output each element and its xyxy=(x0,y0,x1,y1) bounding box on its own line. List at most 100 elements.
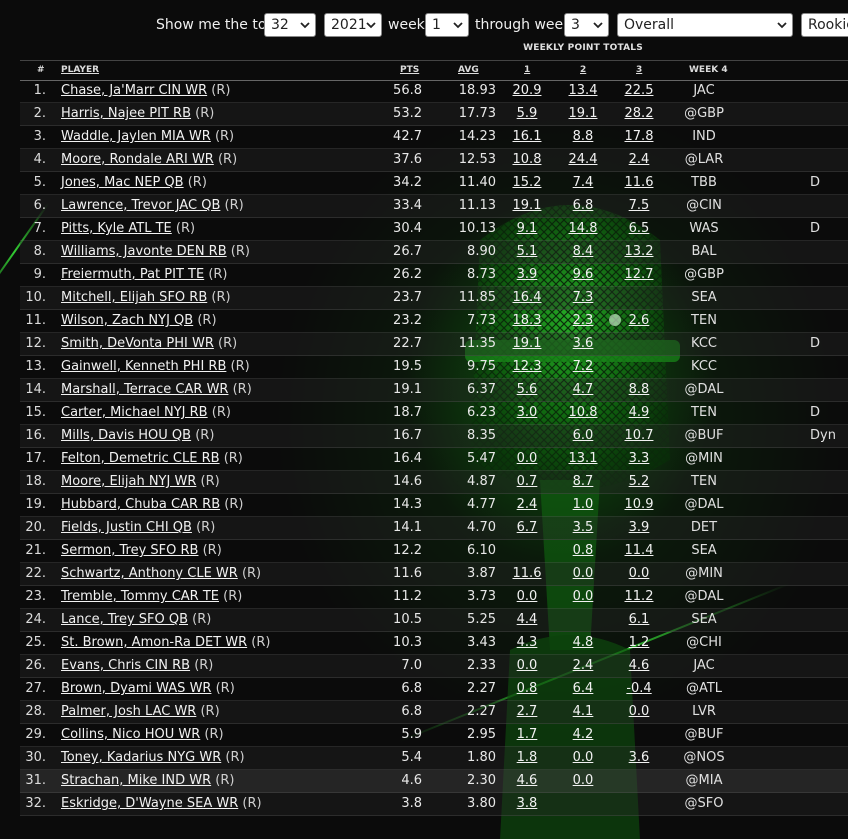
week-1-points-link[interactable]: 6.7 xyxy=(517,520,538,535)
week-2-points-link[interactable]: 1.0 xyxy=(573,497,594,512)
week-2-points-link[interactable]: 0.0 xyxy=(573,773,594,788)
player-link[interactable]: Pitts, Kyle ATL TE xyxy=(61,221,172,236)
header-avg[interactable]: AVG xyxy=(458,65,479,75)
week-1-points-link[interactable]: 19.1 xyxy=(513,336,542,351)
header-week-1[interactable]: 1 xyxy=(524,65,530,75)
week-1-points-link[interactable]: 4.6 xyxy=(517,773,538,788)
header-week-3[interactable]: 3 xyxy=(636,65,642,75)
week-3-points-link[interactable]: 3.9 xyxy=(629,520,650,535)
week-from-select[interactable]: 1 xyxy=(425,13,469,37)
player-link[interactable]: Mitchell, Elijah SFO RB xyxy=(61,290,207,305)
week-3-points-link[interactable]: 3.6 xyxy=(629,750,650,765)
week-1-points-link[interactable]: 1.8 xyxy=(517,750,538,765)
week-1-points-link[interactable]: 2.4 xyxy=(517,497,538,512)
week-3-points-link[interactable]: 6.1 xyxy=(629,612,650,627)
player-link[interactable]: Collins, Nico HOU WR xyxy=(61,727,200,742)
player-link[interactable]: Sermon, Trey SFO RB xyxy=(61,543,198,558)
week-3-points-link[interactable]: 2.6 xyxy=(629,313,650,328)
week-2-points-link[interactable]: 4.7 xyxy=(573,382,594,397)
player-link[interactable]: Williams, Javonte DEN RB xyxy=(61,244,227,259)
player-link[interactable]: Eskridge, D'Wayne SEA WR xyxy=(61,796,238,811)
top-count-select[interactable]: 32 xyxy=(264,13,316,37)
week-1-points-link[interactable]: 0.0 xyxy=(517,589,538,604)
week-1-points-link[interactable]: 1.7 xyxy=(517,727,538,742)
player-link[interactable]: St. Brown, Amon-Ra DET WR xyxy=(61,635,247,650)
week-1-points-link[interactable]: 18.3 xyxy=(513,313,542,328)
week-1-points-link[interactable]: 10.8 xyxy=(513,152,542,167)
week-3-points-link[interactable]: 10.9 xyxy=(625,497,654,512)
week-2-points-link[interactable]: 7.2 xyxy=(573,359,594,374)
player-link[interactable]: Chase, Ja'Marr CIN WR xyxy=(61,83,207,98)
week-3-points-link[interactable]: 12.7 xyxy=(625,267,654,282)
player-link[interactable]: Brown, Dyami WAS WR xyxy=(61,681,211,696)
week-3-points-link[interactable]: 1.2 xyxy=(629,635,650,650)
week-3-points-link[interactable]: 4.6 xyxy=(629,658,650,673)
week-1-points-link[interactable]: 5.1 xyxy=(517,244,538,259)
player-link[interactable]: Lance, Trey SFO QB xyxy=(61,612,188,627)
week-2-points-link[interactable]: 2.4 xyxy=(573,658,594,673)
category-select[interactable]: Overall xyxy=(617,13,793,37)
week-1-points-link[interactable]: 3.9 xyxy=(517,267,538,282)
week-3-points-link[interactable]: -0.4 xyxy=(626,681,651,696)
week-2-points-link[interactable]: 2.3 xyxy=(573,313,594,328)
week-1-points-link[interactable]: 11.6 xyxy=(513,566,542,581)
week-3-points-link[interactable]: 0.0 xyxy=(629,704,650,719)
week-2-points-link[interactable]: 7.4 xyxy=(573,175,594,190)
week-3-points-link[interactable]: 10.7 xyxy=(625,428,654,443)
week-2-points-link[interactable]: 10.8 xyxy=(569,405,598,420)
header-player[interactable]: PLAYER xyxy=(61,65,99,75)
week-2-points-link[interactable]: 14.8 xyxy=(569,221,598,236)
week-3-points-link[interactable]: 6.5 xyxy=(629,221,650,236)
week-to-select[interactable]: 3 xyxy=(564,13,609,37)
header-week-2[interactable]: 2 xyxy=(580,65,586,75)
rookie-select[interactable]: Rookie xyxy=(801,13,848,37)
player-link[interactable]: Tremble, Tommy CAR TE xyxy=(61,589,219,604)
player-link[interactable]: Schwartz, Anthony CLE WR xyxy=(61,566,238,581)
week-3-points-link[interactable]: 17.8 xyxy=(625,129,654,144)
week-1-points-link[interactable]: 0.0 xyxy=(517,658,538,673)
header-pts[interactable]: PTS xyxy=(400,65,419,75)
player-link[interactable]: Felton, Demetric CLE RB xyxy=(61,451,220,466)
week-3-points-link[interactable]: 4.9 xyxy=(629,405,650,420)
player-link[interactable]: Harris, Najee PIT RB xyxy=(61,106,191,121)
player-link[interactable]: Moore, Elijah NYJ WR xyxy=(61,474,196,489)
week-1-points-link[interactable]: 16.1 xyxy=(513,129,542,144)
week-3-points-link[interactable]: 7.5 xyxy=(629,198,650,213)
week-2-points-link[interactable]: 3.6 xyxy=(573,336,594,351)
player-link[interactable]: Lawrence, Trevor JAC QB xyxy=(61,198,220,213)
week-2-points-link[interactable]: 0.8 xyxy=(573,543,594,558)
week-2-points-link[interactable]: 13.4 xyxy=(569,83,598,98)
week-2-points-link[interactable]: 7.3 xyxy=(573,290,594,305)
week-2-points-link[interactable]: 3.5 xyxy=(573,520,594,535)
week-2-points-link[interactable]: 8.4 xyxy=(573,244,594,259)
week-2-points-link[interactable]: 0.0 xyxy=(573,566,594,581)
player-link[interactable]: Hubbard, Chuba CAR RB xyxy=(61,497,220,512)
week-1-points-link[interactable]: 0.8 xyxy=(517,681,538,696)
week-2-points-link[interactable]: 8.7 xyxy=(573,474,594,489)
week-3-points-link[interactable]: 3.3 xyxy=(629,451,650,466)
week-2-points-link[interactable]: 4.2 xyxy=(573,727,594,742)
week-2-points-link[interactable]: 6.8 xyxy=(573,198,594,213)
season-select[interactable]: 2021 xyxy=(324,13,382,37)
player-link[interactable]: Mills, Davis HOU QB xyxy=(61,428,191,443)
week-2-points-link[interactable]: 13.1 xyxy=(569,451,598,466)
player-link[interactable]: Jones, Mac NEP QB xyxy=(61,175,184,190)
week-1-points-link[interactable]: 2.7 xyxy=(517,704,538,719)
week-1-points-link[interactable]: 3.8 xyxy=(517,796,538,811)
week-3-points-link[interactable]: 8.8 xyxy=(629,382,650,397)
player-link[interactable]: Freiermuth, Pat PIT TE xyxy=(61,267,204,282)
player-link[interactable]: Waddle, Jaylen MIA WR xyxy=(61,129,211,144)
week-1-points-link[interactable]: 15.2 xyxy=(513,175,542,190)
player-link[interactable]: Gainwell, Kenneth PHI RB xyxy=(61,359,226,374)
week-2-points-link[interactable]: 0.0 xyxy=(573,589,594,604)
week-1-points-link[interactable]: 9.1 xyxy=(517,221,538,236)
week-3-points-link[interactable]: 28.2 xyxy=(625,106,654,121)
week-1-points-link[interactable]: 5.9 xyxy=(517,106,538,121)
week-1-points-link[interactable]: 0.0 xyxy=(517,451,538,466)
week-1-points-link[interactable]: 5.6 xyxy=(517,382,538,397)
player-link[interactable]: Marshall, Terrace CAR WR xyxy=(61,382,228,397)
week-2-points-link[interactable]: 24.4 xyxy=(569,152,598,167)
week-1-points-link[interactable]: 3.0 xyxy=(517,405,538,420)
player-link[interactable]: Carter, Michael NYJ RB xyxy=(61,405,208,420)
week-3-points-link[interactable]: 0.0 xyxy=(629,566,650,581)
